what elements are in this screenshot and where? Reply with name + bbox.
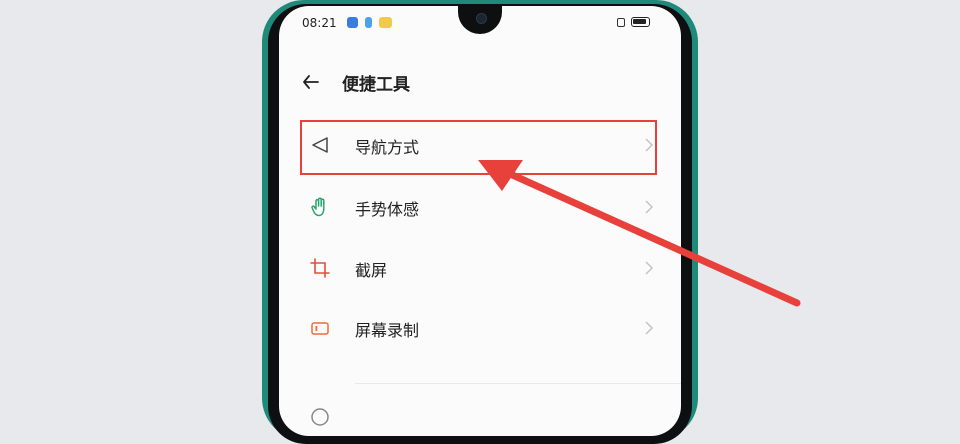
annotation-arrow	[478, 160, 801, 307]
